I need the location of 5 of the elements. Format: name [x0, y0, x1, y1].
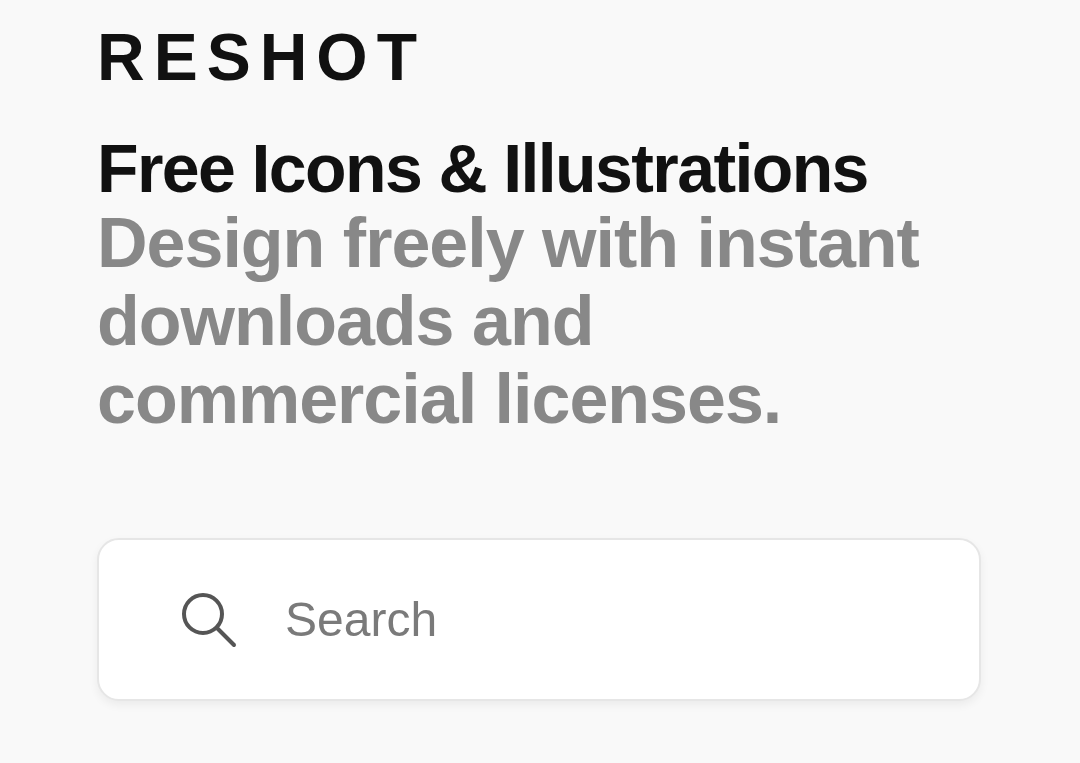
page-title: Free Icons & Illustrations [97, 132, 868, 204]
search-icon [179, 590, 237, 648]
tagline: Design freely with instant downloads and commercial licenses. [97, 204, 919, 438]
logo: RESHOT [97, 22, 427, 92]
search-field[interactable]: Search [97, 538, 981, 701]
